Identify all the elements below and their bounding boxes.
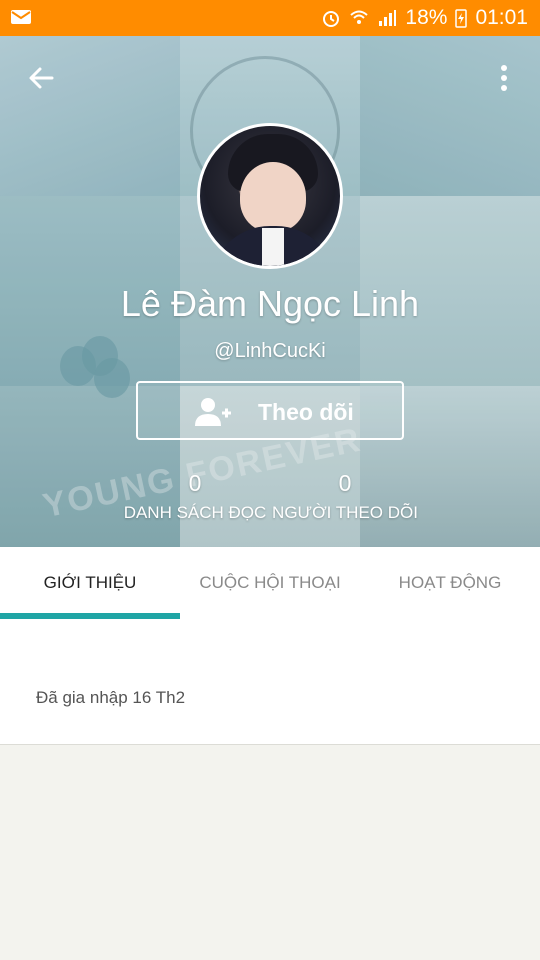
profile-tabs: GIỚI THIỆU CUỘC HỘI THOẠI HOẠT ĐỘNG <box>0 547 540 619</box>
avatar <box>197 123 343 269</box>
battery-percent: 18% <box>405 6 448 29</box>
display-name: Lê Đàm Ngọc Linh <box>120 283 420 324</box>
tab-about[interactable]: GIỚI THIỆU <box>0 547 180 619</box>
reading-lists-count: 0 <box>188 470 202 496</box>
back-arrow-icon[interactable] <box>26 62 58 94</box>
stat-followers[interactable]: 0 NGƯỜI THEO DÕI <box>265 470 425 523</box>
wifi-icon <box>350 10 369 24</box>
more-vertical-icon[interactable] <box>494 62 514 94</box>
status-bar: 18% 01:01 <box>0 0 540 36</box>
follow-label: Theo dõi <box>258 399 354 425</box>
clock: 01:01 <box>475 6 528 29</box>
mail-icon <box>11 10 31 24</box>
reading-lists-label: DANH SÁCH ĐỌC <box>123 503 267 522</box>
tab-activity[interactable]: HOẠT ĐỘNG <box>360 547 540 619</box>
alarm-icon <box>323 11 340 27</box>
followers-count: 0 <box>338 470 352 496</box>
followers-label: NGƯỜI THEO DÕI <box>272 503 418 522</box>
battery-charging-icon <box>455 9 468 28</box>
signal-icon <box>379 10 397 26</box>
about-section: Đã gia nhập 16 Th2 <box>0 619 540 745</box>
add-user-icon <box>195 398 231 426</box>
stat-reading-lists[interactable]: 0 DANH SÁCH ĐỌC <box>115 470 275 523</box>
follow-button[interactable]: Theo dõi <box>136 381 404 440</box>
mail-notification <box>10 7 32 32</box>
username: @LinhCucKi <box>214 340 326 362</box>
joined-date: Đã gia nhập 16 Th2 <box>36 688 186 707</box>
tab-conversations[interactable]: CUỘC HỘI THOẠI <box>180 547 360 619</box>
